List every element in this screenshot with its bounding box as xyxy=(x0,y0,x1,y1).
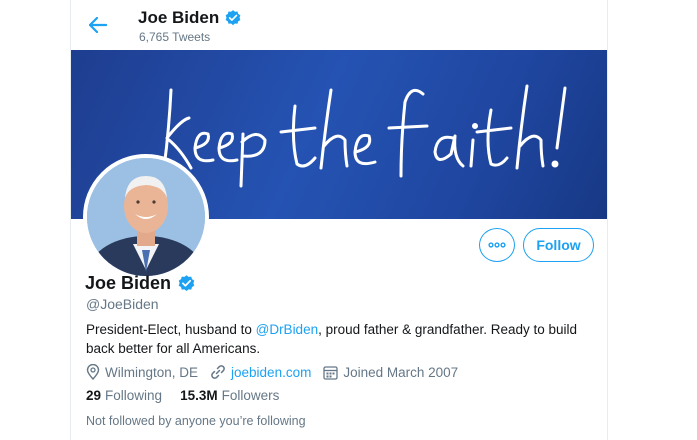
website-item: joebiden.com xyxy=(210,364,311,380)
link-icon xyxy=(211,365,225,379)
profile-meta: Wilmington, DE joebiden.com Joined March… xyxy=(86,362,470,382)
follow-stats: 29 Following 15.3M Followers xyxy=(86,388,297,403)
bio-mention-link[interactable]: @DrBiden xyxy=(256,322,318,337)
back-arrow-icon xyxy=(89,17,107,33)
followers-link[interactable]: 15.3M Followers xyxy=(180,388,279,403)
profile-bio: President-Elect, husband to @DrBiden, pr… xyxy=(86,320,586,358)
tweet-count: 6,765 Tweets xyxy=(139,30,211,44)
more-options-button[interactable] xyxy=(479,228,515,262)
followers-count: 15.3M xyxy=(180,388,218,403)
avatar-portrait xyxy=(87,158,205,276)
profile-name-text: Joe Biden xyxy=(85,273,172,293)
joined-text: Joined March 2007 xyxy=(343,364,459,380)
header-name: Joe Biden xyxy=(138,8,242,28)
bio-text-start: President-Elect, husband to xyxy=(86,322,256,337)
back-button[interactable] xyxy=(85,12,111,38)
profile-name: Joe Biden xyxy=(85,273,196,294)
followed-by-note: Not followed by anyone you’re following xyxy=(86,414,306,428)
follow-button[interactable]: Follow xyxy=(523,228,594,262)
following-count: 29 xyxy=(86,388,102,403)
website-link[interactable]: joebiden.com xyxy=(231,365,311,380)
location-item: Wilmington, DE xyxy=(86,364,198,380)
verified-badge-icon xyxy=(178,275,195,292)
calendar-icon xyxy=(323,365,338,380)
profile-handle: @JoeBiden xyxy=(86,296,159,312)
profile-header-bar: Joe Biden 6,765 Tweets xyxy=(71,0,607,50)
following-label: Following xyxy=(105,388,163,403)
following-link[interactable]: 29 Following xyxy=(86,388,162,403)
more-dots-icon xyxy=(488,242,506,248)
location-pin-icon xyxy=(86,364,100,380)
joined-item: Joined March 2007 xyxy=(323,365,458,380)
header-name-text: Joe Biden xyxy=(138,8,220,27)
location-text: Wilmington, DE xyxy=(105,364,199,380)
avatar[interactable] xyxy=(83,154,209,280)
followers-label: Followers xyxy=(221,388,280,403)
verified-badge-icon xyxy=(225,10,241,26)
profile-column: Joe Biden 6,765 Tweets Follow Joe Biden … xyxy=(70,0,608,440)
